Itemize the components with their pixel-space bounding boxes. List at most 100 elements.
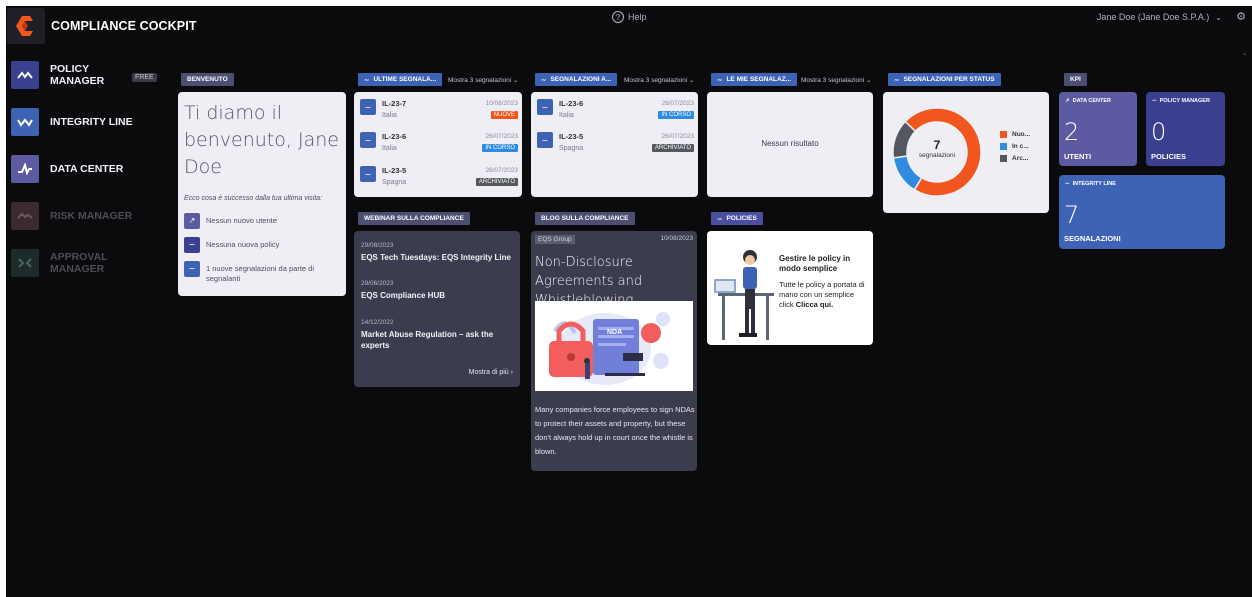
- status-badge: NUOVE: [490, 111, 518, 119]
- data-center-icon: ↗: [1065, 98, 1070, 104]
- data-center-icon: [11, 155, 39, 183]
- policy-manager-icon: ∽: [717, 215, 723, 223]
- kpi-value: 0: [1151, 118, 1167, 146]
- report-row[interactable]: ∼ IL-23-5 Spagna 26/07/2023 ARCHIVIATO: [537, 132, 694, 162]
- policies-card[interactable]: Gestire le policy in modo semplice Tutte…: [707, 231, 873, 345]
- show-reports-dropdown[interactable]: Mostra 3 segnalazioni ⌄: [801, 76, 872, 84]
- legend-swatch: [1000, 131, 1007, 138]
- chart-legend: Nuo... In c... Arc...: [1000, 131, 1030, 167]
- risk-manager-icon: [11, 202, 39, 230]
- show-more-link[interactable]: Mostra di più ›: [469, 369, 513, 376]
- app-title: COMPLIANCE COCKPIT: [51, 19, 197, 33]
- integrity-line-icon: ∼: [537, 132, 553, 148]
- chevron-down-icon: ⌄: [513, 77, 519, 84]
- sidebar-item-approval-manager[interactable]: APPROVAL MANAGER: [11, 249, 108, 277]
- chevron-down-icon: ⌄: [1215, 12, 1222, 22]
- kpi-tile-policies[interactable]: ∽ POLICY MANAGER 0 POLICIES: [1146, 92, 1225, 166]
- legend-swatch: [1000, 143, 1007, 150]
- app-logo[interactable]: [7, 8, 45, 44]
- sidebar-item-label: MANAGER: [50, 75, 105, 87]
- blog-card[interactable]: EQS Group 10/08/2023 Non-Disclosure Agre…: [531, 231, 697, 471]
- sidebar-item-label: RISK MANAGER: [50, 210, 133, 222]
- policies-illustration: [714, 250, 774, 340]
- free-badge: FREE: [132, 73, 157, 82]
- sidebar-item-risk-manager[interactable]: RISK MANAGER: [11, 202, 132, 230]
- user-menu[interactable]: Jane Doe (Jane Doe S.P.A.) ⌄: [1097, 12, 1222, 22]
- blog-tag: EQS Group: [535, 235, 575, 244]
- sidebar-item-integrity-line[interactable]: INTEGRITY LINE: [11, 108, 133, 136]
- list-item: ∼ 1 nuove segnalazioni da parte di segna…: [178, 261, 346, 284]
- integrity-line-icon: ∼: [360, 132, 376, 148]
- chevron-down-icon: ⌄: [866, 77, 872, 84]
- legend-label: In c...: [1012, 143, 1029, 150]
- show-reports-dropdown[interactable]: Mostra 3 segnalazioni ⌄: [448, 76, 519, 84]
- sidebar-item-label: MANAGER: [50, 263, 105, 275]
- top-bar: COMPLIANCE COCKPIT ? Help Jane Doe (Jane…: [6, 6, 1252, 46]
- policies-heading: Gestire le policy in modo semplice: [779, 254, 851, 273]
- sidebar-item-label: DATA CENTER: [50, 163, 124, 175]
- chart-total-label: segnalazioni: [918, 152, 956, 159]
- report-row[interactable]: ∼ IL-23-6 Italia 26/07/2023 IN CORSO: [360, 132, 518, 162]
- approval-manager-icon: [11, 249, 39, 277]
- welcome-card: Ti diamo il benvenuto, Jane Doe Ecco cos…: [178, 92, 346, 296]
- chart-slice[interactable]: [892, 155, 923, 191]
- welcome-subtitle: Ecco cosa è successo dalla tua ultima vi…: [184, 195, 323, 202]
- integrity-line-icon: ∼: [541, 76, 547, 84]
- help-link[interactable]: ? Help: [612, 11, 647, 23]
- gear-icon[interactable]: ⚙: [1236, 10, 1246, 23]
- assigned-reports-card: ∼ IL-23-6 Italia 26/07/2023 IN CORSO ∼ IL…: [531, 92, 698, 197]
- kpi-tile-reports[interactable]: ∼ INTEGRITY LINE 7 SEGNALAZIONI: [1059, 175, 1225, 249]
- integrity-line-icon: ∼: [364, 76, 370, 84]
- status-chart-widget-title: ∼ SEGNALAZIONI PER STATUS: [888, 73, 1001, 86]
- list-item: ∽ Nessuna nuova policy: [178, 237, 346, 253]
- legend-label: Nuo...: [1012, 131, 1031, 138]
- kpi-label: UTENTI: [1064, 152, 1092, 161]
- report-row[interactable]: ∼ IL-23-5 Spagna 26/07/2023 ARCHIVIATO: [360, 166, 518, 196]
- integrity-line-icon: ∼: [894, 76, 900, 84]
- legend-label: Arc...: [1012, 155, 1029, 162]
- kpi-label: SEGNALAZIONI: [1064, 234, 1121, 243]
- status-badge: ARCHIVIATO: [475, 178, 518, 186]
- chevron-right-icon: ›: [510, 369, 513, 376]
- latest-reports-card: ∼ IL-23-7 Italia 10/08/2023 NUOVE ∼ IL-23…: [354, 92, 522, 197]
- list-item[interactable]: 29/06/2023 EQS Compliance HUB: [361, 280, 516, 301]
- list-item[interactable]: 29/08/2023 EQS Tech Tuesdays: EQS Integr…: [361, 242, 516, 263]
- blog-widget-title: BLOG SULLA COMPLIANCE: [535, 212, 635, 225]
- illustration-label: NDA: [607, 329, 623, 336]
- policy-manager-icon: ∽: [184, 237, 200, 253]
- integrity-line-icon: ∼: [717, 76, 723, 84]
- scroll-up-icon[interactable]: ⌃: [1241, 52, 1248, 61]
- sidebar-item-policy-manager[interactable]: POLICY MANAGER FREE: [11, 61, 157, 89]
- kpi-value: 2: [1064, 118, 1080, 146]
- help-label: Help: [628, 12, 647, 22]
- kpi-tile-users[interactable]: ↗ DATA CENTER 2 UTENTI: [1059, 92, 1137, 166]
- my-reports-widget-title: ∼ LE MIE SEGNALAZ...: [711, 73, 798, 86]
- sidebar-item-label: POLICY: [50, 63, 90, 75]
- legend-item: In c...: [1000, 143, 1030, 150]
- policies-link[interactable]: Clicca qui.: [796, 300, 834, 309]
- empty-state: Nessun risultato: [761, 139, 819, 148]
- data-center-icon: ↗: [184, 213, 200, 229]
- blog-illustration: NDA: [535, 301, 693, 391]
- integrity-line-icon: ∼: [360, 166, 376, 182]
- help-icon: ?: [612, 11, 624, 23]
- legend-item: Nuo...: [1000, 131, 1030, 138]
- policy-manager-icon: ∽: [1152, 98, 1157, 104]
- list-item[interactable]: 14/12/2022 Market Abuse Regulation – ask…: [361, 319, 509, 351]
- report-row[interactable]: ∼ IL-23-6 Italia 26/07/2023 IN CORSO: [537, 99, 694, 129]
- blog-excerpt: Many companies force employees to sign N…: [535, 405, 695, 456]
- policies-widget-title: ∽ POLICIES: [711, 212, 763, 225]
- sidebar-item-data-center[interactable]: DATA CENTER: [11, 155, 123, 183]
- integrity-line-icon: ∼: [1065, 181, 1070, 187]
- blog-date: 10/08/2023: [660, 235, 693, 242]
- welcome-widget-title: BENVENUTO: [181, 73, 234, 86]
- list-item: ↗ Nessun nuovo utente: [178, 213, 346, 229]
- kpi-widget-title: KPI: [1064, 73, 1087, 86]
- sidebar-item-label: INTEGRITY LINE: [50, 116, 133, 128]
- chevron-down-icon: ⌄: [689, 77, 695, 84]
- report-row[interactable]: ∼ IL-23-7 Italia 10/08/2023 NUOVE: [360, 99, 518, 129]
- app-window: COMPLIANCE COCKPIT ? Help Jane Doe (Jane…: [6, 6, 1252, 597]
- welcome-heading: Ti diamo il benvenuto, Jane Doe: [184, 102, 339, 178]
- show-reports-dropdown[interactable]: Mostra 3 segnalazioni ⌄: [624, 76, 695, 84]
- integrity-line-icon: [11, 108, 39, 136]
